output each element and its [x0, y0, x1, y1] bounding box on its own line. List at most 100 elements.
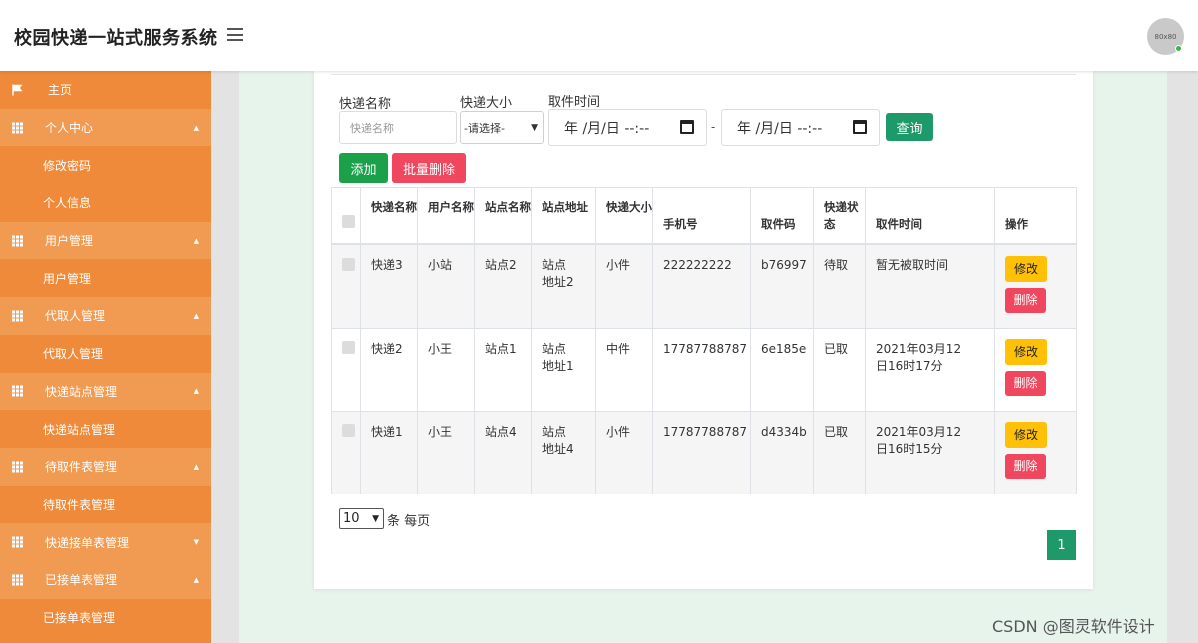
cell-size: 小件 — [596, 245, 653, 328]
flag-icon — [12, 84, 23, 96]
cell-station: 站点1 — [475, 329, 532, 411]
cell-name: 快递3 — [361, 245, 418, 328]
caret-up-icon: ▲ — [193, 123, 199, 132]
grid-icon — [12, 122, 23, 134]
cell-station: 站点4 — [475, 412, 532, 494]
top-header: 校园快递一站式服务系统 80x80 — [0, 0, 1198, 71]
header-cell: 快递大小 — [596, 188, 653, 243]
row-checkbox[interactable] — [342, 424, 355, 437]
sidebar-item-station-manage[interactable]: 快递站点管理 — [0, 410, 211, 448]
sidebar-group-orders[interactable]: 快递接单表管理 ▼ — [0, 523, 211, 561]
sidebar-item-label: 代取人管理 — [43, 347, 104, 362]
header-cell: 操作 — [1005, 217, 1028, 231]
edit-button[interactable]: 修改 — [1005, 422, 1047, 448]
delete-button[interactable]: 删除 — [1005, 288, 1046, 313]
cell-address: 站点地址4 — [532, 412, 596, 494]
sidebar-item-label: 待取件表管理 — [45, 460, 118, 475]
cell-name: 快递2 — [361, 329, 418, 411]
edit-button[interactable]: 修改 — [1005, 339, 1047, 365]
cell-phone: 17787788787 — [653, 412, 751, 494]
grid-icon — [12, 310, 23, 322]
cell-phone: 17787788787 — [653, 329, 751, 411]
time-filter-label: 取件时间 — [548, 95, 601, 110]
name-search-input[interactable]: 快递名称 — [339, 111, 457, 144]
sidebar-group-accepted[interactable]: 已接单表管理 ▲ — [0, 560, 211, 599]
chevron-down-icon: ▼ — [372, 513, 379, 524]
menu-toggle-icon[interactable] — [227, 28, 243, 41]
header-select-all[interactable] — [332, 188, 361, 243]
sidebar-group-users[interactable]: 用户管理 ▲ — [0, 221, 211, 260]
header-cell: 站点地址 — [532, 188, 596, 243]
edit-button[interactable]: 修改 — [1005, 256, 1047, 282]
sidebar-item-user-manage[interactable]: 用户管理 — [0, 259, 211, 298]
sidebar-item-label: 个人中心 — [45, 121, 94, 136]
sidebar-item-home[interactable]: 主页 — [0, 71, 211, 109]
sidebar-item-change-password[interactable]: 修改密码 — [0, 146, 211, 185]
per-page-value: 10 — [343, 511, 360, 526]
batch-delete-button[interactable]: 批量删除 — [392, 153, 466, 183]
cell-phone: 222222222 — [653, 245, 751, 328]
cell-address: 站点地址2 — [532, 245, 596, 328]
sidebar-item-label: 待取件表管理 — [43, 497, 116, 512]
header-cell: 手机号 — [653, 188, 751, 243]
delete-button[interactable]: 删除 — [1005, 371, 1046, 396]
sidebar-item-label: 主页 — [48, 83, 73, 98]
grid-icon — [12, 235, 23, 247]
per-page-select[interactable]: 10 ▼ — [339, 508, 384, 529]
size-select-value: -请选择- — [464, 121, 505, 135]
sidebar-item-profile[interactable]: 个人信息 — [0, 184, 211, 222]
sidebar-item-accepted-manage[interactable]: 已接单表管理 — [0, 598, 211, 637]
grid-icon — [12, 574, 23, 586]
calendar-icon[interactable] — [853, 120, 867, 134]
cell-name: 快递1 — [361, 412, 418, 494]
cell-user: 小王 — [418, 329, 475, 411]
query-button[interactable]: 查询 — [886, 113, 933, 141]
sidebar-group-pending[interactable]: 待取件表管理 ▲ — [0, 447, 211, 486]
add-button[interactable]: 添加 — [339, 153, 388, 183]
caret-up-icon: ▲ — [193, 575, 199, 584]
sidebar-group-personal[interactable]: 个人中心 ▲ — [0, 108, 211, 147]
date-range-separator: - — [711, 120, 716, 134]
date-to-input[interactable]: 年 /月/日 --:-- — [721, 109, 880, 146]
sidebar-item-label: 已接单表管理 — [45, 573, 118, 588]
name-filter-label: 快递名称 — [339, 97, 392, 112]
chevron-down-icon: ▼ — [531, 122, 538, 133]
header-cell: 快递状态 — [814, 188, 866, 243]
cell-time: 2021年03月12日16时17分 — [866, 329, 995, 411]
calendar-icon[interactable] — [680, 120, 694, 134]
sidebar-group-courier[interactable]: 代取人管理 ▲ — [0, 297, 211, 335]
page-button-current[interactable]: 1 — [1047, 530, 1076, 560]
cell-user: 小王 — [418, 412, 475, 494]
size-filter-label: 快递大小 — [460, 96, 513, 111]
sidebar-group-stations[interactable]: 快递站点管理 ▲ — [0, 372, 211, 411]
table-header-row: 快递名称 用户名称 站点名称 站点地址 快递大小 手机号 取件码 快递状态 取件… — [332, 188, 1076, 245]
sidebar-item-label: 代取人管理 — [45, 309, 106, 324]
row-checkbox[interactable] — [342, 341, 355, 354]
watermark: CSDN @图灵软件设计 — [992, 617, 1155, 636]
date-from-input[interactable]: 年 /月/日 --:-- — [548, 109, 707, 146]
app-title: 校园快递一站式服务系统 — [14, 28, 218, 49]
cell-status: 待取 — [814, 245, 866, 328]
right-gutter — [1167, 71, 1198, 643]
sidebar-item-label: 用户管理 — [43, 271, 92, 286]
sidebar-item-label: 已接单表管理 — [43, 610, 116, 625]
row-checkbox[interactable] — [342, 258, 355, 271]
grid-icon — [12, 461, 23, 473]
caret-up-icon: ▲ — [193, 311, 199, 320]
size-select[interactable]: -请选择- ▼ — [460, 111, 544, 144]
sidebar-item-courier-manage[interactable]: 代取人管理 — [0, 334, 211, 373]
sidebar: 主页 个人中心 ▲ 修改密码 个人信息 用户管理 ▲ 用户管理 代取人管理 ▲ … — [0, 71, 211, 643]
date-from-value: 年 /月/日 --:-- — [564, 120, 650, 137]
header-cell: 取件时间 — [866, 188, 995, 243]
sidebar-item-label: 修改密码 — [43, 158, 92, 173]
cell-size: 中件 — [596, 329, 653, 411]
header-cell: 用户名称 — [418, 188, 475, 243]
caret-up-icon: ▲ — [193, 236, 199, 245]
date-to-value: 年 /月/日 --:-- — [737, 120, 823, 137]
header-cell: 站点名称 — [475, 188, 532, 243]
delete-button[interactable]: 删除 — [1005, 454, 1046, 479]
sidebar-item-pending-manage[interactable]: 待取件表管理 — [0, 485, 211, 524]
sidebar-item-label: 快递站点管理 — [43, 422, 116, 437]
select-all-checkbox[interactable] — [342, 215, 355, 228]
cell-code: 6e185e — [751, 329, 814, 411]
